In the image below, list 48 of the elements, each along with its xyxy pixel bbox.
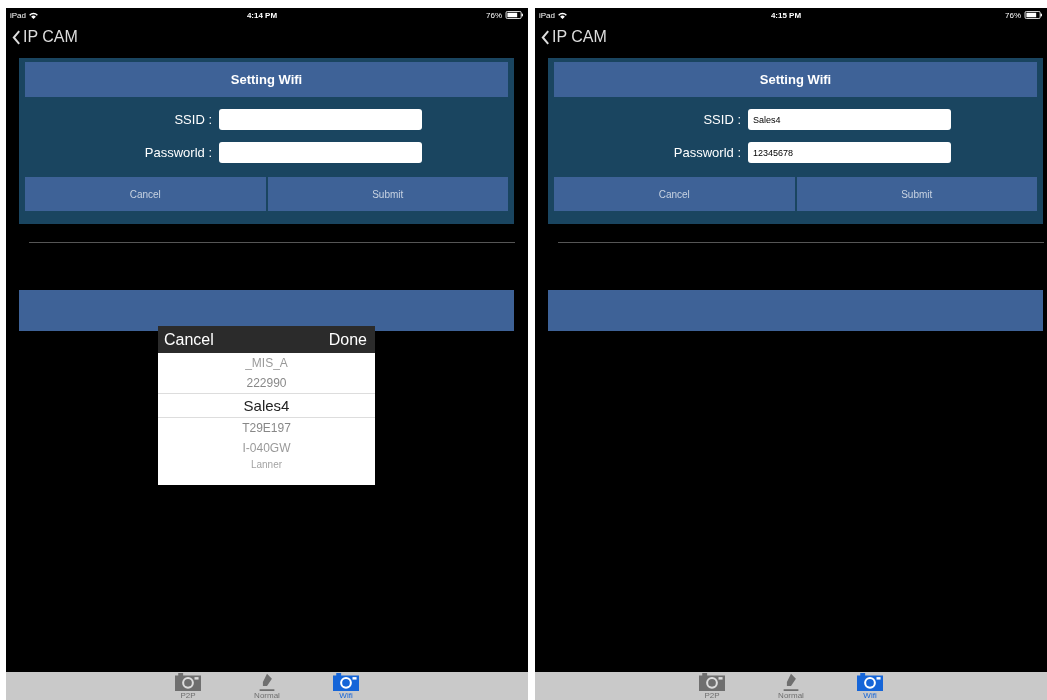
picker-item[interactable]: Lanner xyxy=(158,458,375,471)
tab-item[interactable]: P2P xyxy=(694,672,730,700)
dialog-button[interactable]: Submit xyxy=(796,177,1037,211)
tab-item[interactable]: Wifi xyxy=(328,672,364,700)
battery-icon xyxy=(1024,11,1043,19)
input-field[interactable] xyxy=(219,109,422,130)
field-label: Passworld : xyxy=(672,145,741,160)
wifi-icon xyxy=(29,11,38,19)
status-time: 4:15 PM xyxy=(769,10,803,20)
picker-item[interactable]: _MIS_A xyxy=(158,353,375,373)
field-label: SSID : xyxy=(702,112,741,127)
camera-icon xyxy=(857,673,883,691)
picker-done-button[interactable]: Done xyxy=(328,330,367,349)
device-name: iPad xyxy=(539,10,555,20)
picker-item[interactable]: Sales4 xyxy=(158,393,375,418)
battery-percent: 76% xyxy=(486,10,502,20)
field-label: Passworld : xyxy=(143,145,212,160)
dialog-title: Setting Wifi xyxy=(554,62,1037,97)
dialog-title: Setting Wifi xyxy=(25,62,508,97)
battery-icon xyxy=(505,11,524,19)
picker-item[interactable]: 222990 xyxy=(158,373,375,393)
input-field[interactable]: Sales4 xyxy=(748,109,951,130)
camera-icon xyxy=(175,673,201,691)
camera-icon xyxy=(699,673,725,691)
tab-item[interactable]: Normal xyxy=(249,672,285,700)
picker-cancel-button[interactable]: Cancel xyxy=(164,330,214,349)
tab-item[interactable]: Wifi xyxy=(852,672,888,700)
back-button[interactable]: IP CAM xyxy=(12,28,78,46)
camera-icon xyxy=(333,673,359,691)
dialog-button[interactable]: Cancel xyxy=(554,177,795,211)
dialog-button[interactable]: Cancel xyxy=(25,177,266,211)
chevron-left-icon xyxy=(541,29,550,45)
input-field[interactable]: 12345678 xyxy=(748,142,951,163)
wifi-icon xyxy=(558,11,567,19)
battery-percent: 76% xyxy=(1005,10,1021,20)
tab-item[interactable]: Normal xyxy=(773,672,809,700)
dialog-button[interactable]: Submit xyxy=(267,177,508,211)
device-name: iPad xyxy=(10,10,26,20)
input-field[interactable] xyxy=(219,142,422,163)
back-button[interactable]: IP CAM xyxy=(541,28,607,46)
pen-icon xyxy=(258,673,276,691)
status-time: 4:14 PM xyxy=(245,10,279,20)
tab-item[interactable]: P2P xyxy=(170,672,206,700)
pen-icon xyxy=(782,673,800,691)
picker-item[interactable]: T29E197 xyxy=(158,418,375,438)
chevron-left-icon xyxy=(12,29,21,45)
field-label: SSID : xyxy=(173,112,212,127)
picker-item[interactable]: I-040GW xyxy=(158,438,375,458)
